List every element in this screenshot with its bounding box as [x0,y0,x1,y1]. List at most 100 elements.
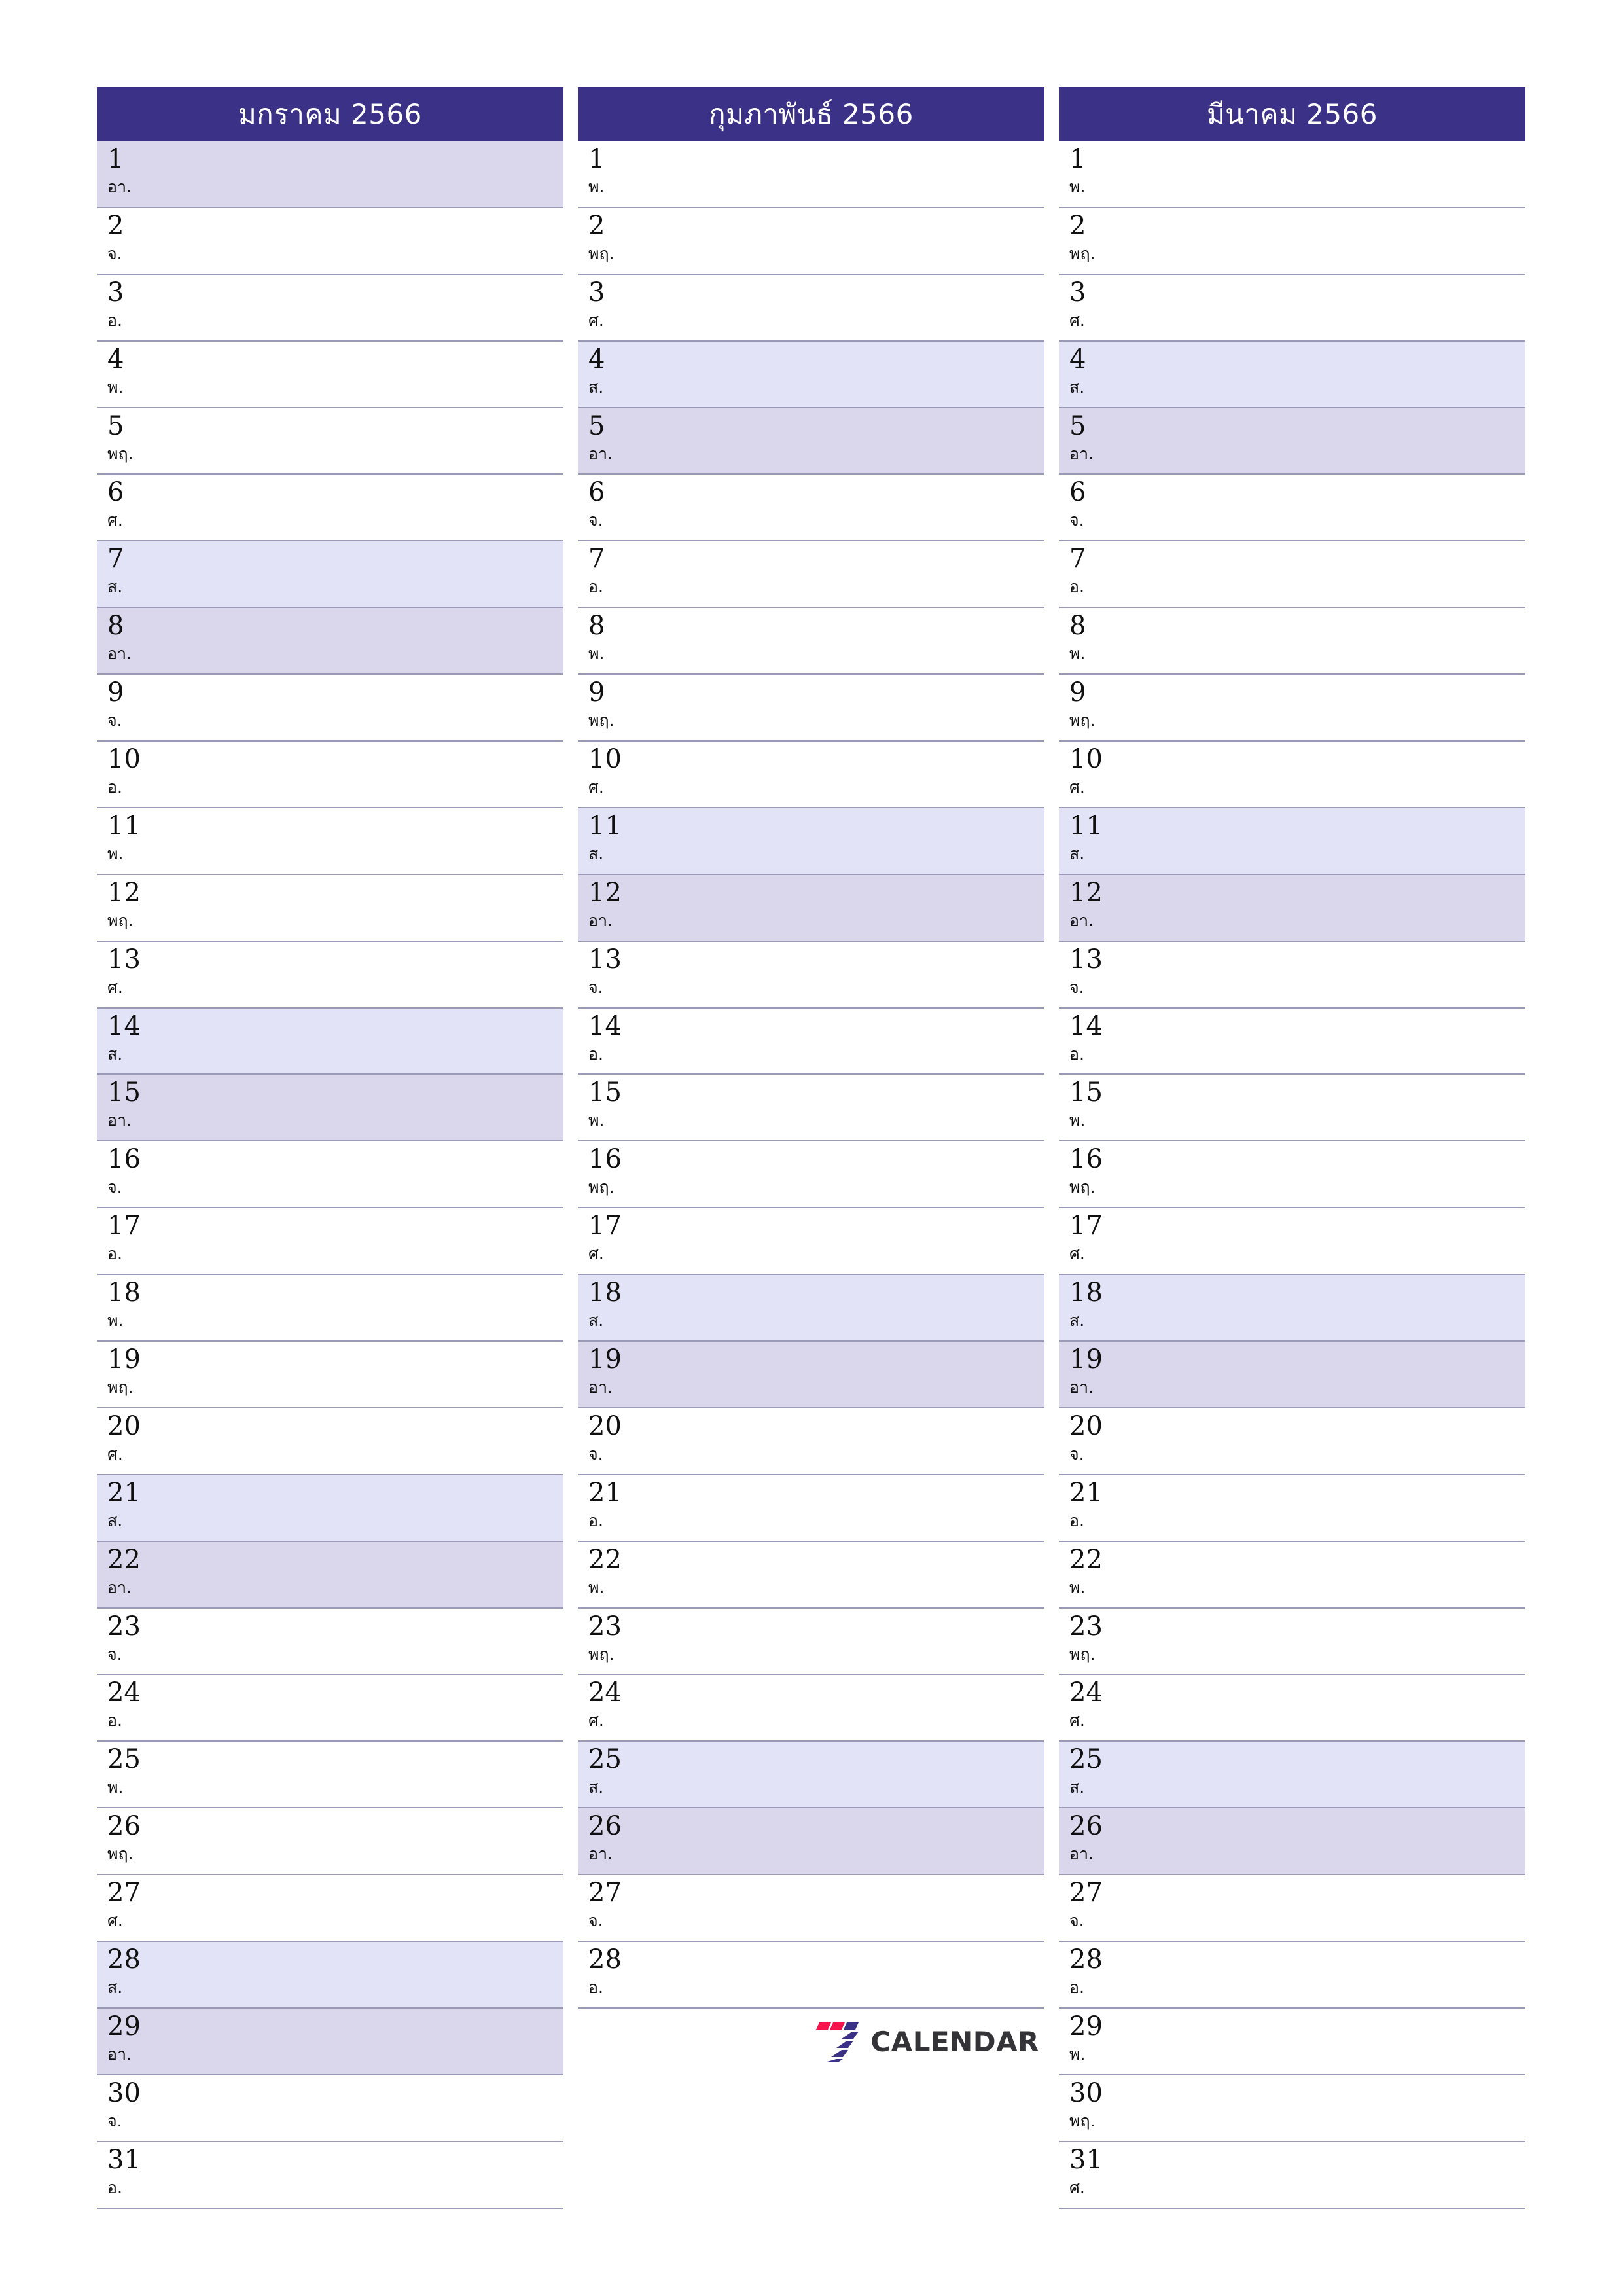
day-row[interactable]: 12 อา. [578,874,1044,942]
day-row[interactable]: 9 จ. [97,675,563,742]
day-row[interactable]: 28 ส. [97,1942,563,2009]
day-row[interactable]: 25 พ. [97,1742,563,1809]
day-row[interactable]: 16 พฤ. [578,1141,1044,1209]
day-row[interactable]: 28 อ. [578,1942,1044,2009]
day-row[interactable]: 4 พ. [97,341,563,408]
day-row[interactable]: 17 อ. [97,1208,563,1276]
day-row[interactable]: 1 พ. [1059,141,1525,208]
day-row[interactable]: 15 พ. [578,1075,1044,1142]
weekday-abbr: ศ. [1069,2178,1085,2197]
day-row[interactable]: 9 พฤ. [1059,675,1525,742]
day-row[interactable]: 8 อา. [97,608,563,675]
day-row[interactable]: 21 อ. [1059,1475,1525,1542]
day-row[interactable]: 5 อา. [1059,408,1525,475]
day-row[interactable]: 5 พฤ. [97,408,563,475]
day-row[interactable]: 26 อา. [1059,1808,1525,1876]
day-row[interactable]: 3 อ. [97,274,563,342]
day-row[interactable]: 23 พฤ. [578,1608,1044,1676]
day-row[interactable]: 21 ส. [97,1475,563,1542]
day-row[interactable]: 28 อ. [1059,1942,1525,2009]
day-row[interactable]: 19 อา. [578,1342,1044,1408]
day-row[interactable]: 24 อ. [97,1675,563,1742]
day-row[interactable]: 19 พฤ. [97,1342,563,1408]
day-row[interactable]: 14 อ. [578,1008,1044,1075]
day-row[interactable]: 22 พ. [1059,1541,1525,1609]
day-row[interactable]: 17 ศ. [1059,1208,1525,1276]
day-row[interactable]: 15 พ. [1059,1075,1525,1142]
day-row[interactable]: 6 จ. [1059,475,1525,542]
day-row[interactable]: 31 อ. [97,2142,563,2209]
day-row[interactable]: 27 จ. [578,1875,1044,1943]
logo-wordmark: CALENDAR [870,2025,1039,2058]
day-row[interactable]: 10 ศ. [578,742,1044,808]
day-row[interactable]: 27 ศ. [97,1875,563,1943]
day-row[interactable]: 6 ศ. [97,475,563,542]
day-row[interactable]: 2 พฤ. [1059,207,1525,275]
day-row[interactable]: 23 จ. [97,1608,563,1676]
day-row[interactable]: 17 ศ. [578,1208,1044,1276]
day-row[interactable]: 10 ศ. [1059,742,1525,808]
day-row[interactable]: 9 พฤ. [578,675,1044,742]
day-row[interactable]: 29 อา. [97,2008,563,2075]
brand-logo[interactable]: CALENDAR [813,2021,1039,2063]
day-row[interactable]: 10 อ. [97,742,563,808]
day-row[interactable]: 7 ส. [97,541,563,609]
day-row[interactable]: 31 ศ. [1059,2142,1525,2209]
day-row[interactable]: 30 พฤ. [1059,2075,1525,2142]
day-row[interactable]: 26 พฤ. [97,1808,563,1876]
day-row[interactable]: 11 พ. [97,808,563,875]
day-row[interactable]: 12 อา. [1059,874,1525,942]
day-row[interactable]: 14 อ. [1059,1008,1525,1075]
day-row[interactable]: 22 พ. [578,1541,1044,1609]
day-row[interactable]: 18 พ. [97,1275,563,1342]
day-row[interactable]: 20 จ. [1059,1408,1525,1475]
day-row[interactable]: 24 ศ. [578,1675,1044,1742]
day-number: 23 [1069,1611,1103,1641]
day-row[interactable]: 25 ส. [1059,1742,1525,1809]
day-row[interactable]: 24 ศ. [1059,1675,1525,1742]
day-row[interactable]: 6 จ. [578,475,1044,542]
day-row[interactable]: 5 อา. [578,408,1044,475]
day-row[interactable]: 4 ส. [578,341,1044,408]
day-row[interactable]: 18 ส. [578,1275,1044,1342]
day-row[interactable]: 27 จ. [1059,1875,1525,1943]
day-row[interactable]: 7 อ. [578,541,1044,609]
day-row[interactable]: 8 พ. [1059,608,1525,675]
day-row[interactable]: 25 ส. [578,1742,1044,1809]
day-row[interactable]: 4 ส. [1059,341,1525,408]
day-row[interactable]: 2 พฤ. [578,207,1044,275]
weekday-abbr: พ. [588,1111,605,1130]
day-row[interactable]: 13 จ. [578,941,1044,1009]
day-row[interactable]: 13 ศ. [97,941,563,1009]
day-row[interactable]: 26 อา. [578,1808,1044,1876]
weekday-abbr: อ. [107,778,122,797]
day-row[interactable]: 30 จ. [97,2075,563,2142]
day-row[interactable]: 1 อา. [97,141,563,208]
day-row[interactable]: 13 จ. [1059,941,1525,1009]
day-row[interactable]: 22 อา. [97,1541,563,1609]
day-row[interactable]: 15 อา. [97,1075,563,1142]
day-row[interactable]: 29 พ. [1059,2008,1525,2075]
day-row[interactable]: 16 จ. [97,1141,563,1209]
day-number: 6 [1069,477,1086,508]
day-row[interactable]: 19 อา. [1059,1342,1525,1408]
day-row[interactable]: 11 ส. [1059,808,1525,875]
day-row[interactable]: 20 ศ. [97,1408,563,1475]
day-row[interactable]: 3 ศ. [578,274,1044,342]
day-row[interactable]: 3 ศ. [1059,274,1525,342]
day-row[interactable]: 12 พฤ. [97,874,563,942]
day-number: 6 [107,477,124,508]
day-row[interactable]: 2 จ. [97,207,563,275]
day-row[interactable]: 8 พ. [578,608,1044,675]
day-row[interactable]: 11 ส. [578,808,1044,875]
day-row[interactable]: 1 พ. [578,141,1044,208]
day-row[interactable]: 7 อ. [1059,541,1525,609]
weekday-abbr: ศ. [107,1444,123,1463]
day-row[interactable]: 18 ส. [1059,1275,1525,1342]
day-row[interactable]: 21 อ. [578,1475,1044,1542]
day-row[interactable]: 23 พฤ. [1059,1608,1525,1676]
day-row[interactable]: 16 พฤ. [1059,1141,1525,1209]
day-row[interactable]: 14 ส. [97,1008,563,1075]
day-number: 15 [1069,1077,1103,1108]
day-row[interactable]: 20 จ. [578,1408,1044,1475]
